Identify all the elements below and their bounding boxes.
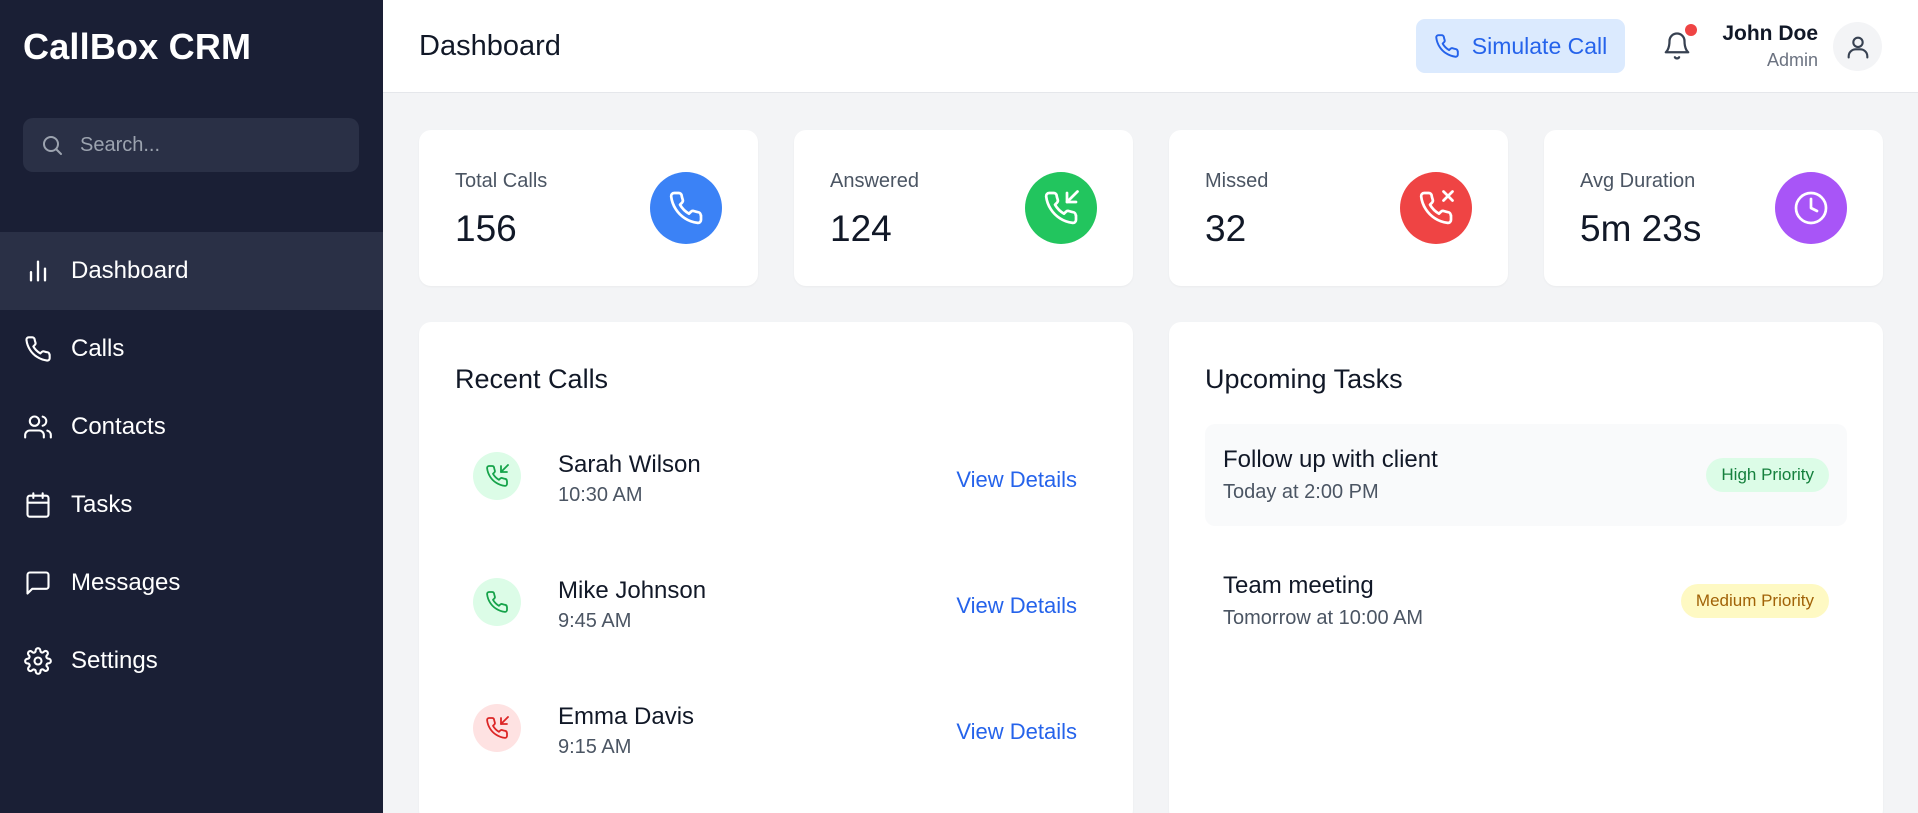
call-status-badge [473,578,521,626]
caller-name: Emma Davis [558,703,695,730]
search-input[interactable] [80,133,340,157]
caller-name: Mike Johnson [558,577,707,604]
task-title: Team meeting [1223,572,1374,599]
view-details-link[interactable]: View Details [956,719,1077,745]
stat-label: Avg Duration [1580,170,1696,192]
stat-icon-badge [1775,172,1847,244]
simulate-call-label: Simulate Call [1471,32,1608,59]
bell-icon [1664,32,1690,60]
page-title: Dashboard [419,30,561,62]
notification-dot [1685,24,1697,36]
phone-missed-icon [486,716,509,739]
call-time: 10:30 AM [558,484,643,506]
sidebar-item-contacts[interactable]: Contacts [0,388,383,466]
stat-card-missed: Missed 32 [1169,130,1508,286]
phone-icon [25,336,51,362]
stat-icon-badge [1025,172,1097,244]
sidebar-item-tasks[interactable]: Tasks [0,466,383,544]
priority-badge: High Priority [1706,458,1829,492]
sidebar-item-label: Tasks [71,491,133,518]
call-status-badge [473,452,521,500]
stat-value: 5m 23s [1580,208,1702,249]
stat-label: Total Calls [455,170,548,192]
user-role: Admin [1766,50,1818,70]
user-icon [1847,36,1868,59]
stat-card-avg-duration: Avg Duration 5m 23s [1544,130,1883,286]
call-status-badge [473,704,521,752]
simulate-call-button[interactable]: Simulate Call [1416,19,1625,73]
list-item[interactable]: Follow up with client Today at 2:00 PM H… [1205,424,1847,526]
task-due: Tomorrow at 10:00 AM [1223,607,1424,629]
stat-card-total-calls: Total Calls 156 [419,130,758,286]
users-icon [24,415,52,439]
sidebar-item-label: Contacts [71,413,166,440]
sidebar-item-dashboard[interactable]: Dashboard [0,232,383,310]
bar-chart-icon [29,260,47,282]
sidebar-nav: Dashboard Calls Contacts Tasks Messages … [0,232,383,700]
sidebar-item-label: Dashboard [71,257,189,284]
app-title: CallBox CRM [23,26,252,67]
sidebar-item-label: Calls [71,335,125,362]
stat-card-answered: Answered 124 [794,130,1133,286]
list-item: Emma Davis 9:15 AM View Details [455,678,1095,778]
search-box[interactable] [23,118,359,172]
list-item: Mike Johnson 9:45 AM View Details [455,552,1095,652]
phone-icon [1435,34,1459,58]
panel-title: Recent Calls [455,364,609,394]
stat-icon-badge [650,172,722,244]
sidebar-item-label: Messages [71,569,181,596]
caller-name: Sarah Wilson [558,451,701,478]
top-header: Dashboard Simulate Call John Doe Admin [383,0,1918,93]
gear-icon [24,647,52,675]
avatar[interactable] [1833,22,1882,71]
phone-missed-icon [1419,190,1454,225]
sidebar-item-messages[interactable]: Messages [0,544,383,622]
phone-icon [669,191,703,225]
stat-value: 32 [1205,208,1247,249]
phone-incoming-icon [486,464,509,487]
call-time: 9:15 AM [558,736,632,758]
sidebar-item-label: Settings [71,647,158,674]
call-time: 9:45 AM [558,610,632,632]
stat-value: 124 [830,208,892,249]
task-title: Follow up with client [1223,446,1438,473]
panel-title: Upcoming Tasks [1205,364,1403,394]
stat-value: 156 [455,208,517,249]
user-name: John Doe [1722,22,1818,45]
stat-label: Missed [1205,170,1269,192]
list-item[interactable]: Team meeting Tomorrow at 10:00 AM Medium… [1205,550,1847,652]
phone-icon [486,591,508,613]
calendar-icon [26,492,50,518]
sidebar: CallBox CRM Dashboard Calls Contacts Tas… [0,0,383,813]
clock-icon [1794,191,1828,225]
stat-label: Answered [830,170,919,192]
stat-icon-badge [1400,172,1472,244]
view-details-link[interactable]: View Details [956,467,1077,493]
task-due: Today at 2:00 PM [1223,481,1379,503]
message-icon [26,571,50,595]
recent-calls-panel: Recent Calls Sarah Wilson 10:30 AM View … [419,322,1133,813]
sidebar-item-settings[interactable]: Settings [0,622,383,700]
upcoming-tasks-panel: Upcoming Tasks Follow up with client Tod… [1169,322,1883,813]
search-icon [43,136,62,155]
view-details-link[interactable]: View Details [956,593,1077,619]
phone-incoming-icon [1044,190,1079,225]
sidebar-item-calls[interactable]: Calls [0,310,383,388]
list-item: Sarah Wilson 10:30 AM View Details [455,426,1095,526]
priority-badge: Medium Priority [1680,584,1829,618]
